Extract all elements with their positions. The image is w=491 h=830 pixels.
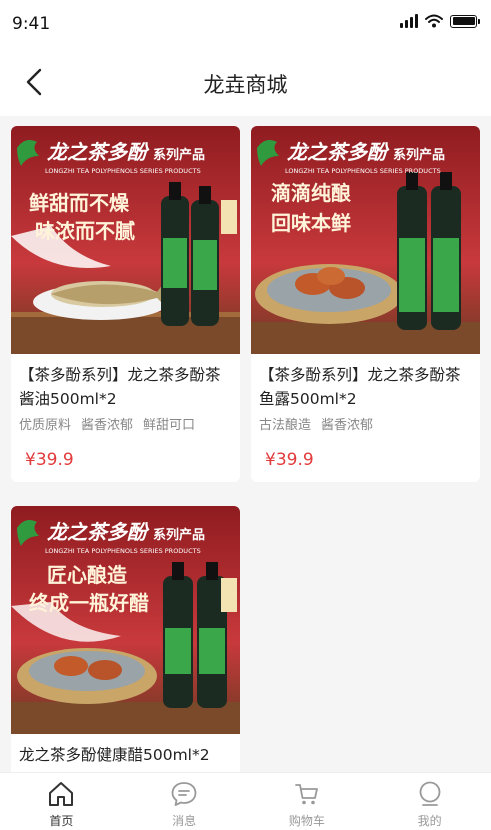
tab-home[interactable]: 首页 <box>0 773 123 830</box>
product-tags: 优质原料 酱香浓郁 鲜甜可口 <box>11 412 240 436</box>
product-tag: 鲜甜可口 <box>143 418 196 433</box>
banner-slogan-2: 回味本鲜 <box>271 211 351 235</box>
tab-label: 我的 <box>417 814 442 828</box>
signal-icon <box>400 14 418 28</box>
wifi-icon <box>425 14 443 28</box>
product-card-fish-sauce[interactable]: 龙之茶多酚 系列产品 LONGZHI TEA POLYPHENOLS SERIE… <box>251 126 480 482</box>
banner-english: LONGZHI TEA POLYPHENOLS SERIES PRODUCTS <box>45 167 201 175</box>
banner-english: LONGZHI TEA POLYPHENOLS SERIES PRODUCTS <box>45 547 201 555</box>
banner-series: 系列产品 <box>153 527 205 543</box>
profile-icon <box>415 779 445 809</box>
nav-bar: 龙垚商城 <box>0 50 491 116</box>
product-card-vinegar[interactable]: 龙之茶多酚 系列产品 LONGZHI TEA POLYPHENOLS SERIE… <box>11 506 240 772</box>
product-tag: 酱香浓郁 <box>81 418 134 433</box>
product-image: 龙之茶多酚 系列产品 LONGZHI TEA POLYPHENOLS SERIE… <box>11 126 240 354</box>
status-icons <box>400 14 480 28</box>
banner-brand: 龙之茶多酚 <box>287 140 390 164</box>
banner-english: LONGZHI TEA POLYPHENOLS SERIES PRODUCTS <box>285 167 441 175</box>
status-bar: 9:41 <box>0 0 491 50</box>
page-title: 龙垚商城 <box>203 73 288 97</box>
product-title: 龙之茶多酚健康醋500ml*2 <box>19 746 210 764</box>
banner-slogan-1: 滴滴纯酿 <box>271 181 351 205</box>
home-icon <box>46 779 76 809</box>
message-icon <box>169 779 199 809</box>
tab-label: 消息 <box>172 814 197 828</box>
product-title: 【茶多酚系列】龙之茶多酚茶酱油500ml*2 <box>19 366 221 408</box>
product-title: 【茶多酚系列】龙之茶多酚茶鱼露500ml*2 <box>259 366 461 408</box>
battery-icon <box>450 14 480 28</box>
product-image: 龙之茶多酚 系列产品 LONGZHI TEA POLYPHENOLS SERIE… <box>251 126 480 354</box>
product-price: ¥39.9 <box>265 450 314 470</box>
product-image: 龙之茶多酚 系列产品 LONGZHI TEA POLYPHENOLS SERIE… <box>11 506 240 734</box>
status-time: 9:41 <box>12 14 51 34</box>
tab-bar: 首页 消息 购物车 我的 <box>0 772 491 830</box>
tab-label: 购物车 <box>288 814 325 828</box>
product-tag: 优质原料 <box>19 418 72 433</box>
product-grid: 龙之茶多酚 系列产品 LONGZHI TEA POLYPHENOLS SERIE… <box>0 116 491 772</box>
product-tag: 酱香浓郁 <box>321 418 374 433</box>
banner-brand: 龙之茶多酚 <box>47 140 150 164</box>
product-price: ¥39.9 <box>25 450 74 470</box>
tab-cart[interactable]: 购物车 <box>246 773 369 830</box>
product-tag: 古法酿造 <box>259 418 312 433</box>
tab-label: 首页 <box>49 814 74 828</box>
product-tags: 古法酿造 酱香浓郁 <box>251 412 480 436</box>
banner-slogan-1: 鲜甜而不燥 <box>29 191 130 215</box>
banner-series: 系列产品 <box>153 147 205 163</box>
banner-brand: 龙之茶多酚 <box>47 520 150 544</box>
banner-slogan-1: 匠心酿造 <box>47 563 128 587</box>
banner-slogan-2: 味浓而不腻 <box>35 219 135 243</box>
cart-icon <box>292 779 322 809</box>
tab-messages[interactable]: 消息 <box>123 773 246 830</box>
tab-profile[interactable]: 我的 <box>368 773 491 830</box>
product-card-soy-sauce[interactable]: 龙之茶多酚 系列产品 LONGZHI TEA POLYPHENOLS SERIE… <box>11 126 240 482</box>
banner-slogan-2: 终成一瓶好醋 <box>29 591 149 615</box>
banner-series: 系列产品 <box>393 147 445 163</box>
